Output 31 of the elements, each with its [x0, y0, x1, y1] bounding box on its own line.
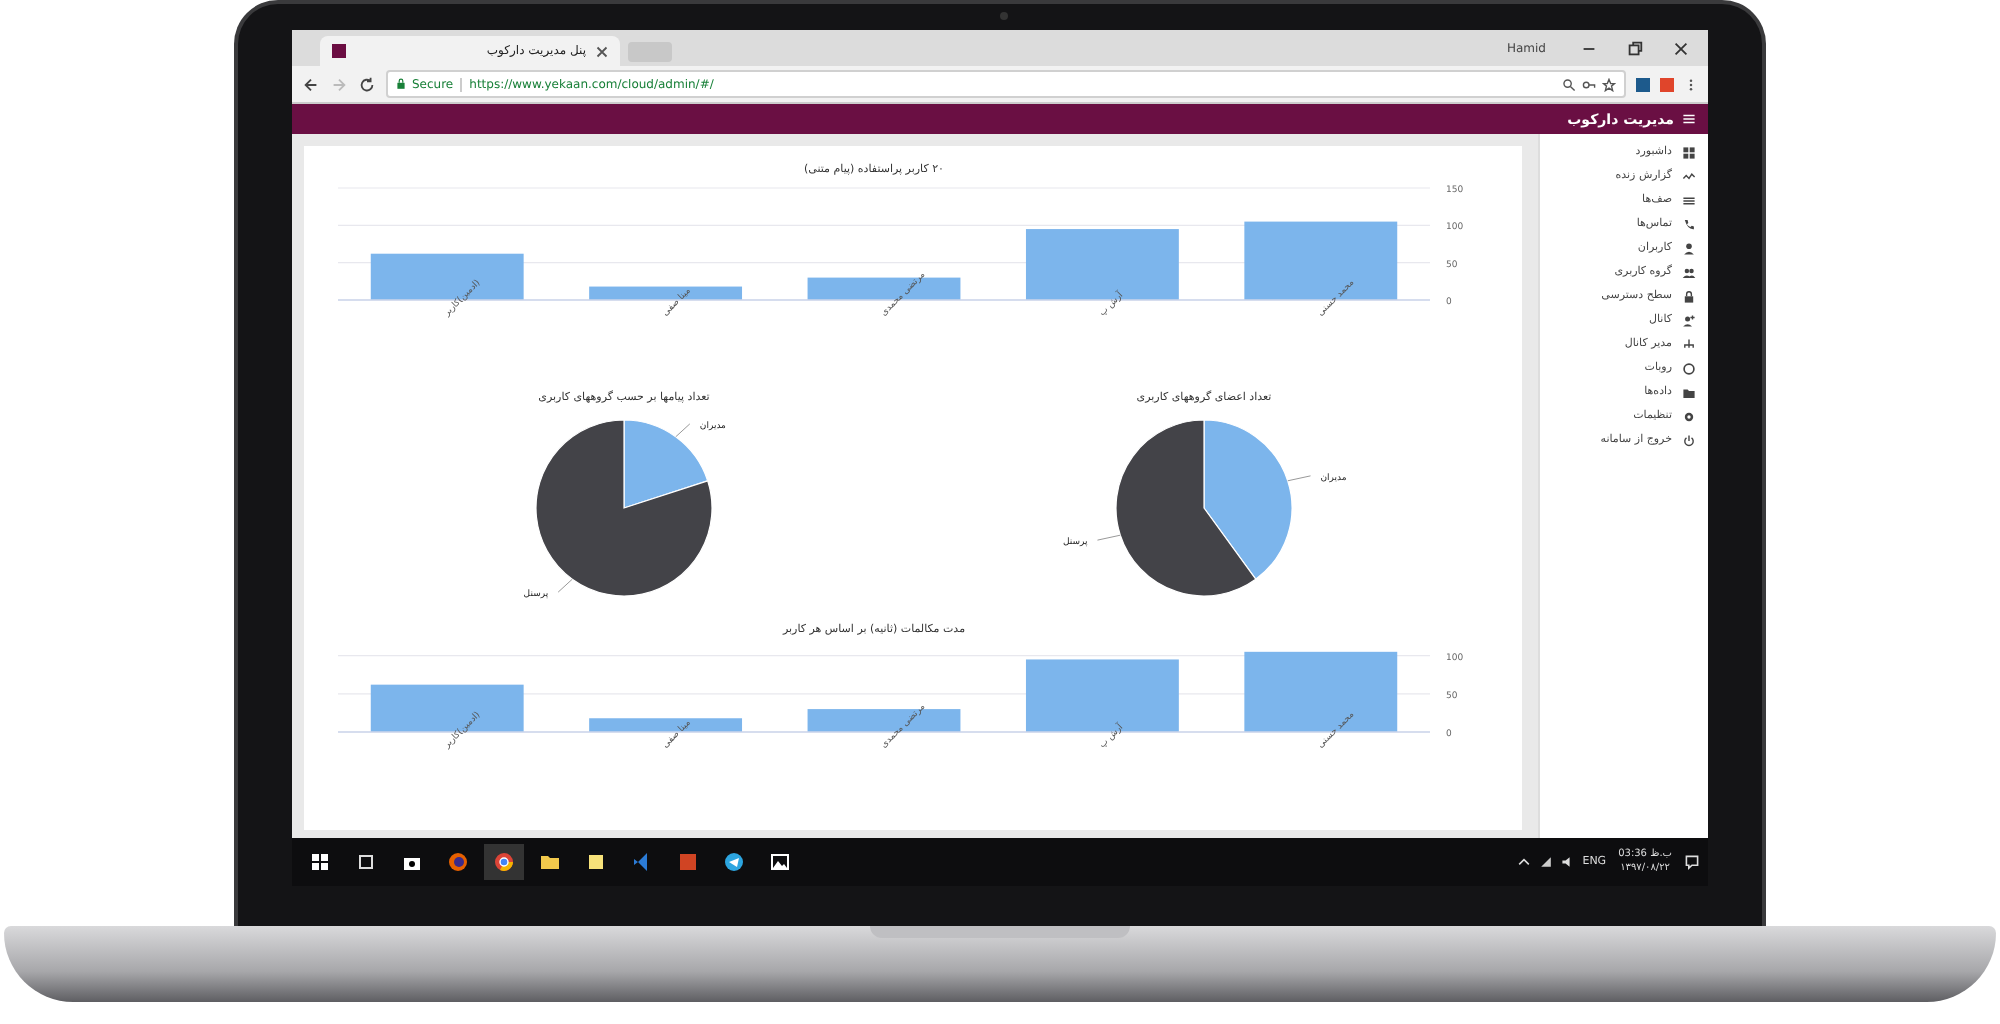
reload-icon[interactable]	[358, 75, 376, 93]
browser-icon[interactable]	[484, 844, 524, 880]
phone-icon	[1682, 217, 1696, 231]
wave-icon	[1682, 169, 1696, 183]
leader-line	[674, 423, 690, 438]
caret-icon[interactable]	[1516, 854, 1533, 870]
search-icon[interactable]	[1562, 77, 1576, 91]
leader-line	[556, 578, 572, 593]
tree-icon	[1682, 337, 1696, 351]
folder-icon	[1682, 385, 1696, 399]
more-icon[interactable]	[1684, 77, 1698, 91]
people-icon	[1682, 265, 1696, 279]
restore-icon[interactable]	[1626, 39, 1644, 57]
lock-icon	[1682, 289, 1696, 303]
list-icon	[1682, 193, 1696, 207]
star-icon[interactable]	[1602, 77, 1616, 91]
network-icon[interactable]	[1538, 854, 1555, 870]
menu-icon[interactable]	[1682, 112, 1696, 126]
close-icon[interactable]	[1672, 39, 1690, 57]
back-icon[interactable]	[302, 75, 320, 93]
close-icon[interactable]	[596, 45, 608, 57]
lock-icon	[396, 78, 406, 90]
power-icon	[1682, 433, 1696, 447]
key-icon[interactable]	[1582, 77, 1596, 91]
person-icon	[1682, 241, 1696, 255]
leader-line	[1096, 534, 1120, 541]
grid-icon	[1682, 145, 1696, 159]
leader-line	[1286, 475, 1310, 482]
person-add-icon	[1682, 313, 1696, 327]
notification-icon[interactable]	[1684, 854, 1700, 870]
app-icon	[332, 44, 346, 58]
